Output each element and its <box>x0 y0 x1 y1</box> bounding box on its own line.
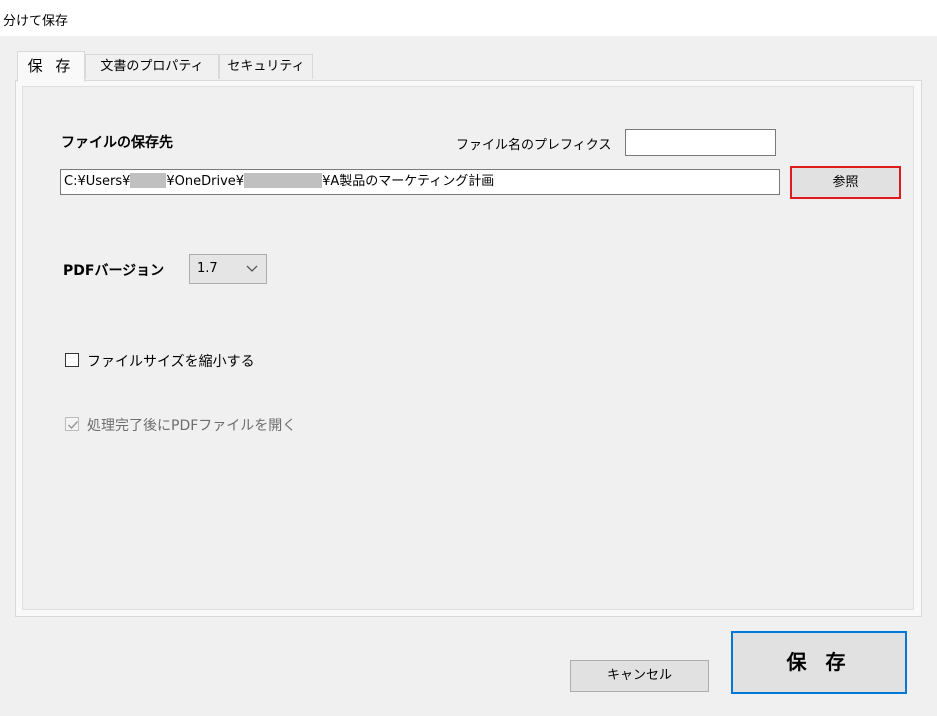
tab-document-properties[interactable]: 文書のプロパティ <box>85 54 219 79</box>
window-title: 分けて保存 <box>3 14 69 29</box>
redacted-username <box>130 173 167 188</box>
pdf-version-label: PDFバージョン <box>63 263 165 279</box>
tab-security[interactable]: セキュリティ <box>219 54 313 79</box>
prefix-input[interactable] <box>625 129 776 156</box>
tab-panel: ファイルの保存先 ファイル名のプレフィクス C:¥Users¥ ¥OneDrive… <box>15 80 922 617</box>
save-settings-area: ファイルの保存先 ファイル名のプレフィクス C:¥Users¥ ¥OneDrive… <box>22 86 914 610</box>
save-path-field[interactable]: C:¥Users¥ ¥OneDrive¥ ¥A製品のマーケティング計画 <box>60 169 780 195</box>
path-segment: ¥A製品のマーケティング計画 <box>322 174 495 189</box>
reduce-size-checkbox[interactable] <box>65 353 79 367</box>
cancel-button[interactable]: キャンセル <box>570 660 709 692</box>
checkmark-icon <box>67 420 79 430</box>
chevron-down-icon <box>245 261 259 279</box>
redacted-folder <box>244 173 323 188</box>
reduce-size-label: ファイルサイズを縮小する <box>87 354 255 370</box>
path-segment: ¥OneDrive¥ <box>166 174 245 189</box>
pdf-version-select[interactable]: 1.7 <box>189 254 267 284</box>
path-segment: C:¥Users¥ <box>64 174 131 189</box>
prefix-label: ファイル名のプレフィクス <box>456 138 612 153</box>
tab-save[interactable]: 保 存 <box>17 51 85 82</box>
title-bar: 分けて保存 <box>0 0 937 36</box>
open-after-checkbox[interactable] <box>65 417 79 431</box>
pdf-version-value: 1.7 <box>197 261 218 276</box>
save-button[interactable]: 保 存 <box>731 631 907 694</box>
browse-button[interactable]: 参照 <box>790 166 901 199</box>
open-after-label: 処理完了後にPDFファイルを開く <box>87 418 297 434</box>
save-destination-label: ファイルの保存先 <box>61 135 173 151</box>
